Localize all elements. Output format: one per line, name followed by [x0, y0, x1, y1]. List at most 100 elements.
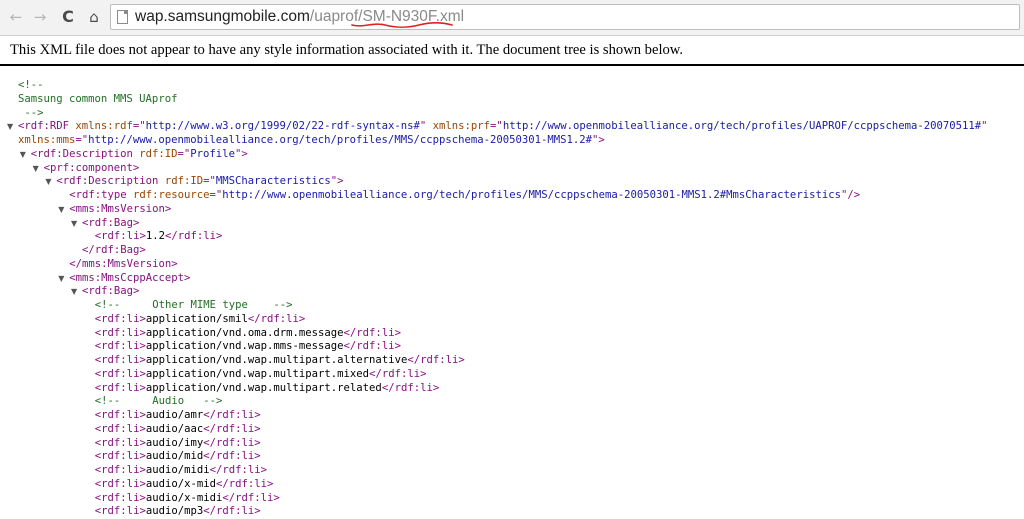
home-icon[interactable]: ⌂	[84, 7, 104, 27]
xml-line-text: <mms:MmsCcppAccept>	[69, 272, 190, 286]
xml-token-plain: audio/midi	[145, 464, 210, 476]
xml-token-cmt: Samsung common MMS UAprof	[18, 92, 178, 105]
xml-line: <!--	[0, 79, 1024, 93]
xml-token-tag: </rdf:Bag>	[82, 244, 146, 256]
xml-line-text: </rdf:Bag>	[82, 244, 146, 258]
xml-token-tag: </rdf:li>	[407, 354, 465, 366]
page-icon	[117, 10, 128, 24]
collapse-triangle-icon[interactable]: ▼	[71, 285, 80, 299]
xml-line: </rdf:Bag>	[0, 244, 1024, 258]
xml-token-tag: <rdf:li>	[94, 505, 146, 518]
xml-token-tag: <rdf:Description	[56, 175, 159, 188]
xml-line: <rdf:li>application/vnd.wap.multipart.re…	[0, 382, 1024, 396]
collapse-triangle-icon[interactable]: ▼	[71, 217, 80, 231]
xml-token-tag: </rdf:li>	[203, 450, 261, 463]
xml-line: <rdf:li>audio/aac</rdf:li>	[0, 423, 1024, 437]
xml-token-plain: audio/x-midi	[145, 491, 223, 504]
xml-token-tag: ="	[132, 120, 146, 133]
xml-token-tag: <mms:MmsCcppAccept>	[69, 271, 191, 284]
xml-token-tag: ">	[330, 175, 344, 188]
collapse-triangle-icon[interactable]: ▼	[33, 162, 42, 176]
xml-line: xmlns:mms="http://www.openmobilealliance…	[0, 134, 1024, 148]
xml-line-text: <!-- Audio -->	[95, 395, 223, 409]
xml-line: ▼ <prf:component>	[0, 162, 1024, 176]
xml-line: Samsung common MMS UAprof	[0, 93, 1024, 107]
xml-line: -->	[0, 107, 1024, 121]
xml-line: ▼ <rdf:Bag>	[0, 217, 1024, 231]
collapse-triangle-icon[interactable]: ▼	[7, 120, 16, 134]
xml-token-tag: </rdf:li>	[381, 381, 440, 394]
xml-token-tag: <rdf:li>	[94, 312, 146, 325]
xml-token-plain: application/vnd.wap.mms-message	[145, 340, 344, 353]
xml-token-tag: </rdf:li>	[203, 409, 261, 421]
xml-token-tag: <rdf:Bag>	[82, 216, 140, 229]
xml-token-val: http://www.openmobilealliance.org/tech/p…	[222, 189, 841, 201]
xml-line: ▼ <rdf:RDF xmlns:rdf="http://www.w3.org/1…	[0, 120, 1024, 134]
xml-token-plain: audio/aac	[145, 422, 204, 435]
xml-token-tag: <rdf:li>	[94, 450, 146, 463]
collapse-triangle-icon[interactable]: ▼	[58, 203, 67, 217]
xml-line: <rdf:li>audio/mp3</rdf:li>	[0, 505, 1024, 519]
xml-token-cmt: <!-- Other MIME type -->	[94, 299, 293, 311]
xml-line-text: <prf:component>	[44, 162, 140, 176]
xml-line: <rdf:li>audio/x-midi</rdf:li>	[0, 492, 1024, 506]
xml-token-tag: </rdf:li>	[203, 422, 261, 435]
xml-line-text: <rdf:li>audio/x-mid</rdf:li>	[95, 478, 274, 492]
xml-token-tag: "	[981, 120, 988, 133]
xml-token-attr: xmlns:rdf	[75, 120, 133, 133]
xml-line: <rdf:li>application/vnd.wap.multipart.mi…	[0, 368, 1024, 382]
reload-icon[interactable]: C	[58, 7, 78, 27]
xml-line-text: <rdf:type rdf:resource="http://www.openm…	[69, 189, 860, 203]
address-bar[interactable]: wap.samsungmobile.com/uaprof/SM-N930F.xm…	[110, 4, 1020, 30]
xml-line-text: <rdf:li>audio/imy</rdf:li>	[95, 437, 261, 451]
xml-token-val: http://www.openmobilealliance.org/tech/p…	[502, 120, 982, 133]
xml-token-cmt: -->	[18, 106, 44, 119]
xml-line: <rdf:li>audio/mid</rdf:li>	[0, 450, 1024, 464]
xml-token-tag: </rdf:li>	[222, 491, 280, 504]
xml-token-val: Profile	[190, 147, 235, 160]
xml-line: <rdf:li>application/vnd.wap.multipart.al…	[0, 354, 1024, 368]
xml-line-text: <rdf:Description rdf:ID="Profile">	[31, 148, 248, 162]
xml-line-text: <rdf:Bag>	[82, 217, 139, 231]
xml-line-text: Samsung common MMS UAprof	[18, 93, 177, 107]
xml-token-tag: <rdf:li>	[94, 491, 146, 504]
xml-line: <rdf:li>1.2</rdf:li>	[0, 230, 1024, 244]
collapse-triangle-icon[interactable]: ▼	[58, 272, 67, 286]
xml-token-tag: <rdf:li>	[94, 422, 146, 435]
browser-toolbar: ← → C ⌂ wap.samsungmobile.com/uaprof/SM-…	[0, 0, 1024, 36]
xml-token-tag: <rdf:li>	[94, 436, 146, 449]
xml-token-tag: </rdf:li>	[164, 230, 223, 243]
forward-arrow-icon[interactable]: →	[30, 7, 50, 27]
xml-token-cmt: <!-- Audio -->	[94, 395, 223, 408]
xml-token-tag: "/>	[840, 189, 861, 201]
xml-line: <rdf:li>application/vnd.oma.drm.message<…	[0, 327, 1024, 341]
xml-line: ▼ <rdf:Description rdf:ID="Profile">	[0, 148, 1024, 162]
xml-token-plain: application/vnd.wap.multipart.alternativ…	[145, 354, 408, 366]
xml-line: <rdf:li>audio/amr</rdf:li>	[0, 409, 1024, 423]
xml-line-text: <!--	[18, 79, 44, 93]
xml-line: ▼ <rdf:Bag>	[0, 285, 1024, 299]
xml-token-tag: ="	[177, 147, 191, 160]
xml-token-tag: ="	[490, 120, 503, 133]
xml-token-plain: application/vnd.wap.multipart.mixed	[145, 367, 370, 380]
xml-line-text: <rdf:RDF xmlns:rdf="http://www.w3.org/19…	[18, 120, 988, 134]
xml-token-attr: xmlns:mms	[18, 134, 76, 146]
xml-line-text: <rdf:li>1.2</rdf:li>	[95, 230, 223, 244]
xml-token-plain: application/smil	[145, 312, 248, 325]
xml-line-text: </mms:MmsVersion>	[69, 258, 177, 272]
xml-token-tag: ">	[234, 147, 248, 160]
xml-token-tag: </rdf:li>	[369, 367, 427, 380]
xml-token-tag: ="	[203, 175, 216, 188]
collapse-triangle-icon[interactable]: ▼	[20, 148, 29, 162]
xml-line: <rdf:li>audio/midi</rdf:li>	[0, 464, 1024, 478]
back-arrow-icon[interactable]: ←	[6, 7, 26, 27]
xml-token-tag: </rdf:li>	[203, 505, 261, 518]
xml-token-tag: </rdf:li>	[209, 464, 268, 476]
collapse-triangle-icon[interactable]: ▼	[45, 175, 54, 189]
xml-token-tag: <rdf:li>	[94, 367, 146, 380]
xml-token-tag: <rdf:li>	[94, 340, 146, 353]
xml-token-tag: <rdf:li>	[94, 409, 146, 421]
xml-line-text: -->	[18, 106, 44, 121]
xml-line: <!-- Audio -->	[0, 395, 1024, 409]
xml-token-tag: </rdf:li>	[343, 326, 401, 339]
